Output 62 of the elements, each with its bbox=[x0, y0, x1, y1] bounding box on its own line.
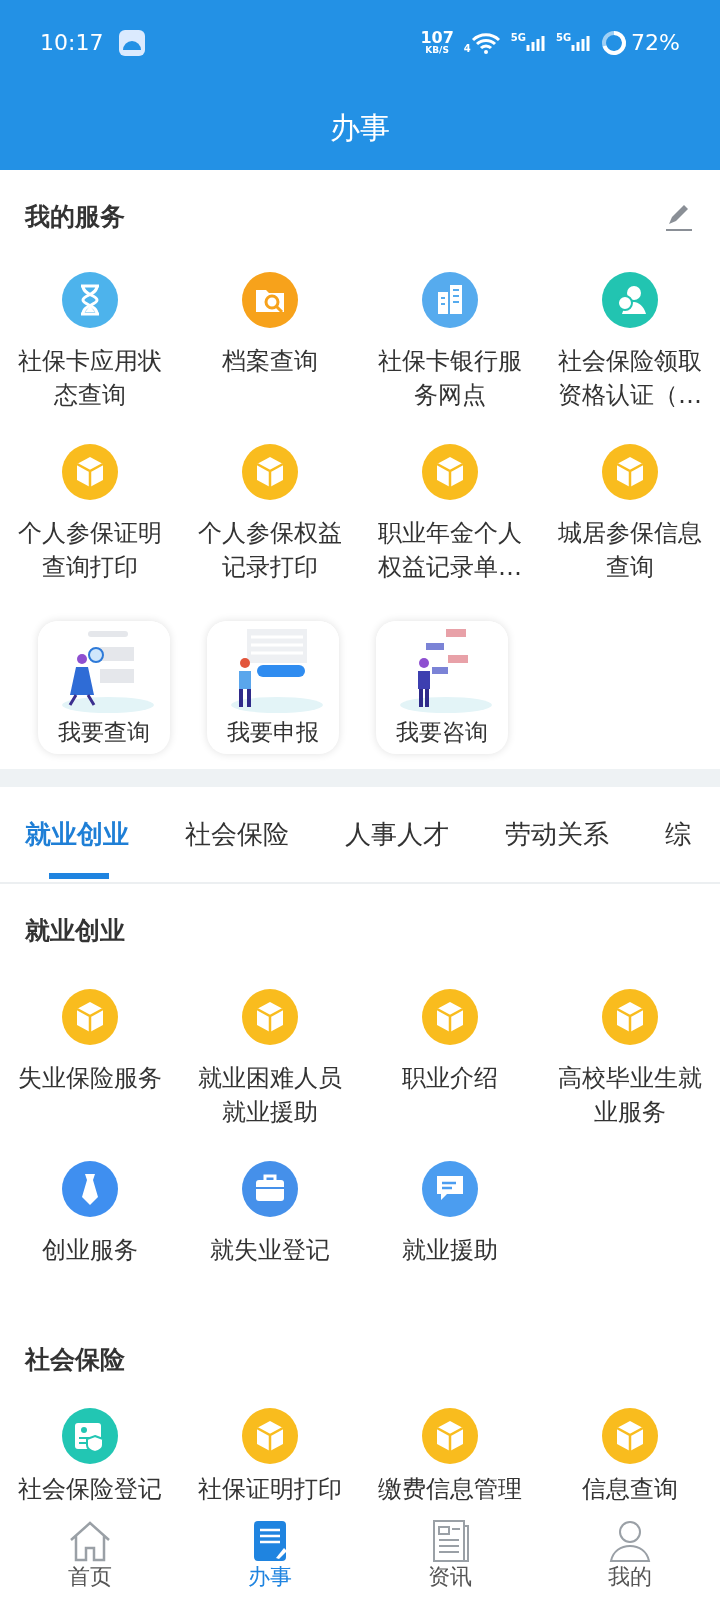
service-item[interactable]: 社会保险领取资格认证（… bbox=[540, 266, 720, 438]
wifi-label: 4 bbox=[463, 43, 471, 54]
service-item[interactable]: 个人参保权益记录打印 bbox=[180, 438, 360, 610]
nav-tab[interactable]: 首页 bbox=[0, 1510, 180, 1610]
service-item[interactable]: 失业保险服务 bbox=[0, 959, 180, 1131]
service-item[interactable]: 档案查询 bbox=[180, 266, 360, 438]
chat-edit-icon bbox=[422, 1161, 478, 1217]
home-icon bbox=[68, 1520, 112, 1562]
category-tab[interactable]: 社会保险 bbox=[185, 787, 289, 882]
clock-time: 10:17 bbox=[40, 29, 104, 57]
service-item[interactable]: 创业服务 bbox=[0, 1131, 180, 1303]
section-title: 就业创业 bbox=[25, 916, 125, 945]
service-item[interactable]: 职业年金个人权益记录单… bbox=[360, 438, 540, 610]
category-tab[interactable]: 就业创业 bbox=[25, 787, 129, 882]
nav-tab[interactable]: 办事 bbox=[180, 1510, 360, 1610]
buildings-icon bbox=[422, 272, 478, 328]
service-item[interactable]: 就失业登记 bbox=[180, 1131, 360, 1303]
id-card-icon bbox=[62, 1408, 118, 1464]
quick-service-card[interactable]: 我要申报 bbox=[207, 621, 339, 754]
service-item[interactable]: 城居参保信息查询 bbox=[540, 438, 720, 610]
service-item[interactable]: 就业援助 bbox=[360, 1131, 540, 1303]
cube-icon bbox=[602, 1408, 658, 1464]
cube-icon bbox=[242, 444, 298, 500]
battery-ring-icon bbox=[601, 29, 628, 56]
quick-service-card[interactable]: 我要咨询 bbox=[376, 621, 508, 754]
page-title: 办事 bbox=[330, 109, 390, 147]
network-speed: 107 bbox=[420, 30, 454, 46]
service-item[interactable]: 职业介绍 bbox=[360, 959, 540, 1131]
section-title: 我的服务 bbox=[25, 202, 125, 232]
battery-percent: 72% bbox=[631, 29, 680, 57]
service-item[interactable]: 社保卡应用状态查询 bbox=[0, 266, 180, 438]
quick-service-card[interactable]: 我要查询 bbox=[38, 621, 170, 754]
service-item[interactable]: 就业困难人员就业援助 bbox=[180, 959, 360, 1131]
service-item[interactable]: 个人参保证明查询打印 bbox=[0, 438, 180, 610]
category-tab[interactable]: 劳动关系 bbox=[505, 787, 609, 882]
network-type: 5G bbox=[510, 32, 526, 43]
cube-icon bbox=[242, 989, 298, 1045]
folder-search-icon bbox=[242, 272, 298, 328]
service-item[interactable]: 社保卡银行服务网点 bbox=[360, 266, 540, 438]
category-tab[interactable]: 综 bbox=[665, 787, 691, 882]
cube-icon bbox=[62, 444, 118, 500]
hourglass-icon bbox=[62, 272, 118, 328]
cube-icon bbox=[242, 1408, 298, 1464]
nav-tab[interactable]: 我的 bbox=[540, 1510, 720, 1610]
person-coin-icon bbox=[602, 272, 658, 328]
category-tab[interactable]: 人事人才 bbox=[345, 787, 449, 882]
cube-icon bbox=[602, 444, 658, 500]
cube-icon bbox=[602, 989, 658, 1045]
network-type: 5G bbox=[555, 32, 572, 43]
cube-icon bbox=[422, 989, 478, 1045]
cube-icon bbox=[422, 1408, 478, 1464]
cube-icon bbox=[62, 989, 118, 1045]
section-title: 社会保险 bbox=[25, 1345, 125, 1374]
cube-icon bbox=[422, 444, 478, 500]
wifi-icon bbox=[470, 31, 501, 54]
nav-tab[interactable]: 资讯 bbox=[360, 1510, 540, 1610]
speed-unit: KB/S bbox=[425, 46, 449, 55]
service-item[interactable]: 高校毕业生就业服务 bbox=[540, 959, 720, 1131]
app-notification-icon bbox=[119, 29, 146, 56]
briefcase-icon bbox=[242, 1161, 298, 1217]
profile-icon bbox=[608, 1520, 652, 1562]
tie-icon bbox=[62, 1161, 118, 1217]
